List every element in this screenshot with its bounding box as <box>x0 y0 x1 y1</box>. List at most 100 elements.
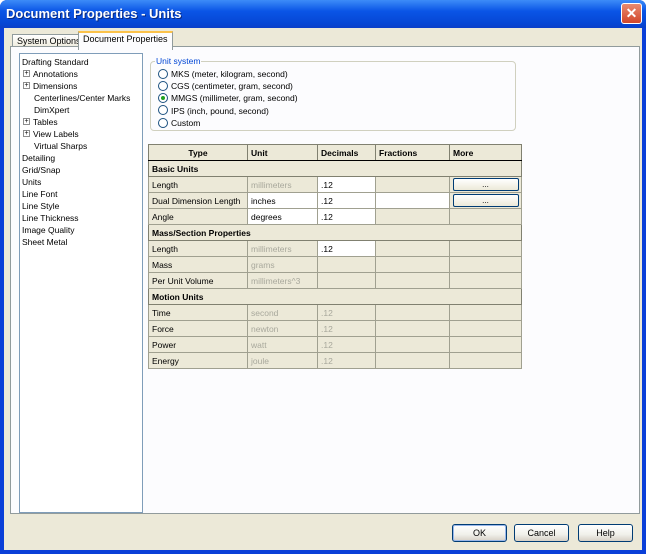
section-title: Basic Units <box>148 160 522 177</box>
unit-system-option[interactable]: Custom <box>158 117 200 129</box>
table-row: Per Unit Volume millimeters^3 <box>148 272 522 289</box>
more-button[interactable]: ... <box>452 178 519 191</box>
unit-system-title: Unit system <box>155 56 202 66</box>
type-cell: Energy <box>148 352 248 369</box>
unit-system-option[interactable]: MMGS (millimeter, gram, second) <box>158 92 298 104</box>
more-cell <box>449 240 522 257</box>
type-cell: Per Unit Volume <box>148 272 248 289</box>
decimals-cell: .12 <box>317 336 376 353</box>
tree-item[interactable]: + View Labels <box>20 128 142 140</box>
unit-system-option[interactable]: CGS (centimeter, gram, second) <box>158 80 293 92</box>
tree-item[interactable]: Line Style <box>20 200 142 212</box>
more-cell <box>449 320 522 337</box>
type-cell: Force <box>148 320 248 337</box>
tree-item[interactable]: Units <box>20 176 142 188</box>
table-row: Angle degrees .12 <box>148 208 522 225</box>
expand-icon[interactable]: + <box>23 70 30 77</box>
header-decimals: Decimals <box>317 144 376 161</box>
radio-button[interactable] <box>158 117 168 128</box>
decimals-cell[interactable]: .12 <box>317 240 376 257</box>
unit-cell: joule <box>247 352 318 369</box>
decimals-cell[interactable]: .12 <box>317 176 376 193</box>
fractions-cell <box>375 352 450 369</box>
tree-item[interactable]: Sheet Metal <box>20 236 142 248</box>
table-row: Energy joule .12 <box>148 352 522 369</box>
dialog-client-area: System Options Document Properties Draft… <box>4 28 642 550</box>
table-row: Time second .12 <box>148 304 522 321</box>
unit-system-option[interactable]: IPS (inch, pound, second) <box>158 105 269 117</box>
expand-icon[interactable]: + <box>23 118 30 125</box>
more-cell <box>449 352 522 369</box>
tree-item[interactable]: Drafting Standard <box>20 56 142 68</box>
radio-label: IPS (inch, pound, second) <box>171 105 269 116</box>
unit-system-option[interactable]: MKS (meter, kilogram, second) <box>158 68 288 80</box>
radio-button[interactable] <box>158 68 168 79</box>
tree-item[interactable]: DimXpert <box>20 104 142 116</box>
tree-item[interactable]: + Tables <box>20 116 142 128</box>
table-row: Dual Dimension Length inches .12... <box>148 192 522 209</box>
tree-item-label: Tables <box>33 117 58 127</box>
tree-item[interactable]: Line Font <box>20 188 142 200</box>
close-button[interactable]: ✕ <box>621 3 642 24</box>
settings-tree[interactable]: Drafting Standard + Annotations + Dimensions… <box>19 53 143 513</box>
tree-item[interactable]: Grid/Snap <box>20 164 142 176</box>
tree-item[interactable]: Virtual Sharps <box>20 140 142 152</box>
help-button[interactable]: Help <box>578 524 633 542</box>
type-cell: Dual Dimension Length <box>148 192 248 209</box>
expand-icon[interactable]: + <box>23 130 30 137</box>
window-title: Document Properties - Units <box>6 6 182 21</box>
tree-item-label: Line Style <box>22 201 60 211</box>
more-cell <box>449 256 522 273</box>
tree-item-label: Dimensions <box>33 81 78 91</box>
tree-item-label: Detailing <box>22 153 56 163</box>
decimals-cell: .12 <box>317 304 376 321</box>
tree-item-label: Annotations <box>33 69 78 79</box>
tree-item-label: Line Font <box>22 189 58 199</box>
tree-item-label: Units <box>22 177 42 187</box>
ok-button[interactable]: OK <box>452 524 507 542</box>
more-button[interactable]: ... <box>452 194 519 207</box>
type-cell: Mass <box>148 256 248 273</box>
tree-item[interactable]: + Dimensions <box>20 80 142 92</box>
tree-item[interactable]: Image Quality <box>20 224 142 236</box>
fractions-cell <box>375 320 450 337</box>
more-cell <box>449 304 522 321</box>
cancel-button[interactable]: Cancel <box>514 524 569 542</box>
decimals-cell <box>317 272 376 289</box>
fractions-cell <box>375 176 450 193</box>
decimals-cell: .12 <box>317 320 376 337</box>
tree-item[interactable]: + Annotations <box>20 68 142 80</box>
type-cell: Length <box>148 176 248 193</box>
grid-header-row: Type Unit Decimals Fractions More <box>148 144 522 161</box>
tree-item-label: Centerlines/Center Marks <box>34 93 131 103</box>
tree-item[interactable]: Line Thickness <box>20 212 142 224</box>
tree-item-label: Line Thickness <box>22 213 79 223</box>
decimals-cell[interactable]: .12 <box>317 192 376 209</box>
decimals-cell[interactable]: .12 <box>317 208 376 225</box>
tree-item[interactable]: Centerlines/Center Marks <box>20 92 142 104</box>
decimals-cell: .12 <box>317 352 376 369</box>
table-row: Force newton .12 <box>148 320 522 337</box>
section-title: Motion Units <box>148 288 522 305</box>
radio-button[interactable] <box>158 80 168 91</box>
radio-button[interactable] <box>158 93 168 104</box>
expand-icon[interactable]: + <box>23 82 30 89</box>
header-more: More <box>449 144 522 161</box>
unit-cell[interactable]: degrees <box>247 208 318 225</box>
more-cell <box>449 208 522 225</box>
tree-item[interactable]: Detailing <box>20 152 142 164</box>
dialog-window: Document Properties - Units ✕ System Opt… <box>0 0 646 554</box>
unit-cell: newton <box>247 320 318 337</box>
title-bar[interactable]: Document Properties - Units ✕ <box>0 0 646 28</box>
tab-page: Drafting Standard + Annotations + Dimensions… <box>10 46 640 514</box>
unit-cell: second <box>247 304 318 321</box>
unit-cell[interactable]: inches <box>247 192 318 209</box>
more-cell <box>449 336 522 353</box>
tree-item-label: DimXpert <box>34 105 70 115</box>
table-row: Length millimeters .12... <box>148 176 522 193</box>
unit-cell: millimeters <box>247 176 318 193</box>
tab-document-properties[interactable]: Document Properties <box>78 31 173 50</box>
type-cell: Time <box>148 304 248 321</box>
fractions-cell[interactable] <box>375 192 450 209</box>
radio-button[interactable] <box>158 105 168 116</box>
